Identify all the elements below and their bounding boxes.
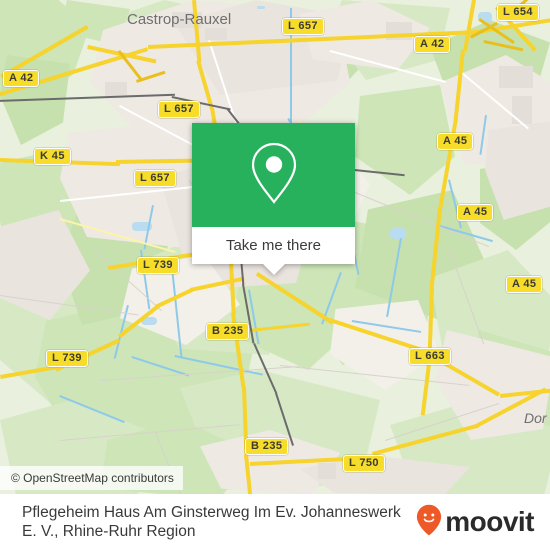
moovit-map-screenshot: Castrop-Rauxel Dor L 657 L 654 A 42 A 42… — [0, 0, 550, 550]
map-pin-icon — [248, 140, 300, 211]
road-shield: L 750 — [343, 455, 385, 472]
road-shield: B 235 — [245, 438, 289, 455]
footer-bar: Pflegeheim Haus Am Ginsterweg Im Ev. Joh… — [0, 494, 550, 550]
popup-tail — [262, 264, 285, 275]
road-shield: L 657 — [158, 101, 200, 118]
road-shield: L 739 — [46, 350, 88, 367]
place-label: Castrop-Rauxel — [127, 11, 232, 28]
location-popup-card[interactable]: Take me there — [192, 123, 355, 275]
map-canvas[interactable]: Castrop-Rauxel Dor L 657 L 654 A 42 A 42… — [0, 0, 550, 494]
road-shield: A 42 — [414, 36, 451, 53]
place-label: Dor — [524, 410, 547, 426]
road-shield: K 45 — [34, 148, 71, 165]
road-shield: L 663 — [409, 348, 451, 365]
location-title: Pflegeheim Haus Am Ginsterweg Im Ev. Joh… — [22, 504, 401, 540]
moovit-pin-smiley-icon — [416, 504, 442, 541]
take-me-there-button[interactable]: Take me there — [192, 227, 355, 275]
road-shield: L 654 — [497, 4, 539, 21]
take-me-there-label: Take me there — [225, 237, 322, 254]
road-shield: L 657 — [134, 170, 176, 187]
moovit-brand[interactable]: moovit — [416, 504, 550, 541]
road-shield: A 45 — [506, 276, 543, 293]
road-shield: A 45 — [457, 204, 494, 221]
road-shield: A 42 — [3, 70, 40, 87]
osm-attribution[interactable]: © OpenStreetMap contributors — [0, 466, 183, 490]
moovit-wordmark: moovit — [445, 506, 534, 537]
road-shield: L 657 — [282, 18, 324, 35]
road-shield: A 45 — [437, 133, 474, 150]
road-shield: B 235 — [206, 323, 250, 340]
popup-pin-panel — [192, 123, 355, 227]
road-shield: L 739 — [137, 257, 179, 274]
